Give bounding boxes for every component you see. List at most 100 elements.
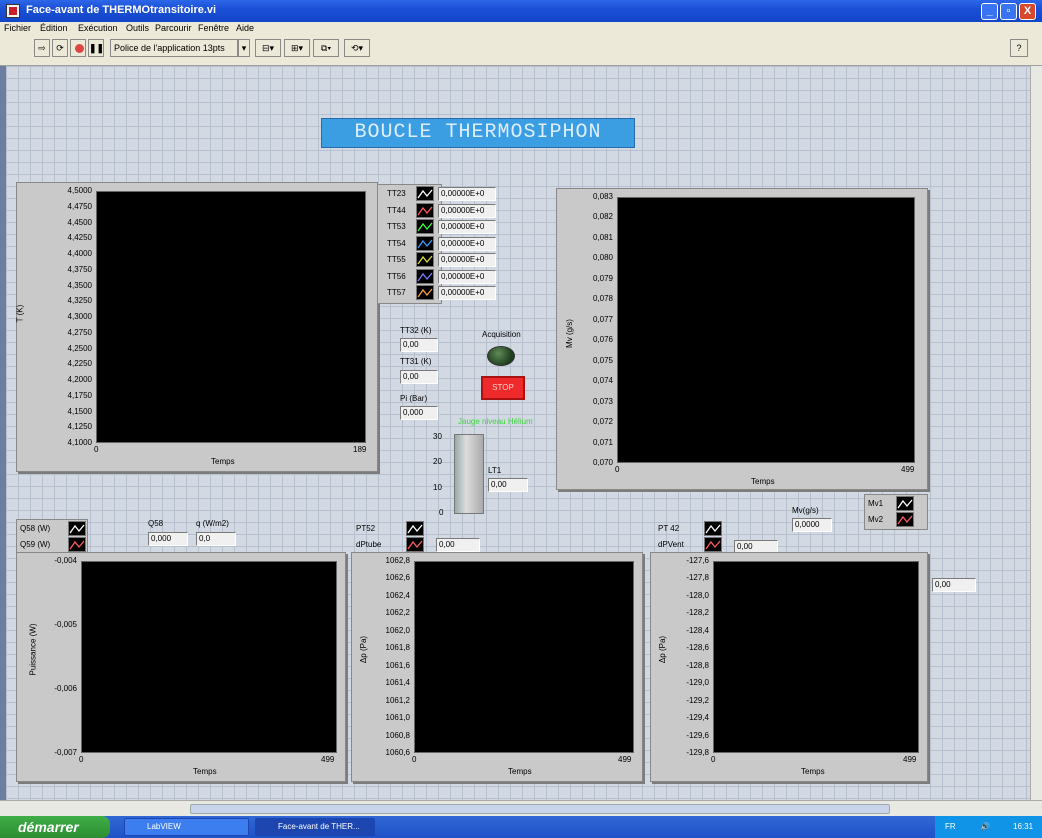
temperature-y-tick: 4,1500 xyxy=(67,406,92,416)
dp-vent-y-tick: -127,8 xyxy=(686,573,709,583)
dp-vent-y-tick: -128,6 xyxy=(686,643,709,653)
temperature-legend-label: TT23 xyxy=(387,189,406,198)
dp-tube-legend-label: dPtube xyxy=(356,540,382,549)
temperature-legend-swatch[interactable] xyxy=(416,219,434,234)
mv-indicator: 0,0000 xyxy=(792,518,832,532)
toolbar: ⇨ ⟳ ❚❚ Police de l'application 13pts ▾ ⊟… xyxy=(0,36,1042,66)
maximize-button[interactable]: ▫ xyxy=(1000,3,1017,20)
distribute-objects-icon[interactable]: ⊞▾ xyxy=(284,39,310,57)
menu-fenetre[interactable]: Fenêtre xyxy=(198,23,229,33)
menu-outils[interactable]: Outils xyxy=(126,23,149,33)
mass-flow-y-tick: 0,082 xyxy=(592,212,613,222)
temperature-legend-swatch[interactable] xyxy=(416,268,434,284)
dp-vent-y-tick: -129,6 xyxy=(686,730,709,740)
tt31-label: TT31 (K) xyxy=(400,357,432,366)
mass-flow-y-tick: 0,080 xyxy=(592,253,613,263)
temperature-y-tick: 4,3500 xyxy=(67,280,92,290)
power-legend-label: Q58 (W) xyxy=(20,524,51,533)
temperature-y-tick: 4,2000 xyxy=(67,375,92,384)
temperature-y-tick: 4,4750 xyxy=(67,201,92,211)
abort-icon[interactable] xyxy=(70,39,86,57)
dp-tube-y-tick: 1062,0 xyxy=(385,625,410,635)
power-graph[interactable]: -0,004 -0,005 -0,006 -0,007 Puissance (W) 0… xyxy=(16,552,346,782)
temperature-y-tick: 4,1250 xyxy=(67,422,92,432)
mass-flow-y-label: Mv (g/s) xyxy=(564,319,574,348)
task-labview[interactable]: LabVIEW xyxy=(124,818,249,836)
dp-tube-graph[interactable]: 1062,8 1062,6 1062,4 1062,2 1062,0 1061,8 1061… xyxy=(351,552,643,782)
temperature-value: 0,00000E+0 xyxy=(438,253,496,267)
temperature-legend-label: TT54 xyxy=(387,238,406,248)
dp-vent-legend-label: PT 42 xyxy=(658,524,680,533)
dp-vent-legend-swatch[interactable] xyxy=(704,537,722,552)
tank-tick-0: 0 xyxy=(439,508,444,517)
menu-aide[interactable]: Aide xyxy=(236,23,254,33)
menu-parcourir[interactable]: Parcourir xyxy=(155,23,192,33)
dp-tube-legend-swatch[interactable] xyxy=(406,537,424,552)
task-front-panel[interactable]: Face-avant de THER... xyxy=(255,818,375,836)
close-button[interactable]: X xyxy=(1019,3,1036,20)
temperature-y-tick: 4,1750 xyxy=(67,390,92,400)
temperature-graph[interactable]: 4,5000 4,4750 4,4500 4,4250 4,4000 4,3750 4,35… xyxy=(15,182,378,472)
minimize-button[interactable]: _ xyxy=(981,3,998,20)
temperature-y-tick: 4,2250 xyxy=(67,359,92,369)
menu-edition[interactable]: Édition xyxy=(40,23,68,33)
temperature-plot-area[interactable] xyxy=(96,191,366,443)
font-select[interactable]: Police de l'application 13pts xyxy=(110,39,238,57)
help-icon[interactable]: ? xyxy=(1010,39,1028,57)
power-legend-swatch[interactable] xyxy=(68,537,86,552)
dp-tube-legend-swatch[interactable] xyxy=(406,521,424,536)
temperature-value: 0,00000E+0 xyxy=(438,286,496,300)
horizontal-scrollbar[interactable] xyxy=(0,800,1042,816)
temperature-legend-swatch[interactable] xyxy=(416,285,434,300)
temperature-legend-swatch[interactable] xyxy=(416,186,434,201)
dp-vent-y-tick: -128,8 xyxy=(686,660,709,670)
run-arrow-icon[interactable]: ⇨ xyxy=(34,39,50,57)
mass-flow-y-tick: 0,083 xyxy=(592,192,613,201)
vertical-scrollbar[interactable] xyxy=(1030,66,1042,800)
dp-vent-y-label: Δp (Pa) xyxy=(658,635,668,664)
pause-icon[interactable]: ❚❚ xyxy=(88,39,104,57)
language-indicator[interactable]: FR xyxy=(945,816,956,838)
dp-vent-y-tick: -129,2 xyxy=(686,695,709,705)
mass-flow-plot-area[interactable] xyxy=(617,197,915,463)
menu-fichier[interactable]: Fichier xyxy=(4,23,31,33)
temperature-legend-swatch[interactable] xyxy=(416,202,434,218)
lt1-indicator: 0,00 xyxy=(488,478,528,492)
dp-tube-legend-label: PT52 xyxy=(356,524,376,533)
temperature-y-tick: 4,4500 xyxy=(67,217,92,227)
dp-tube-y-tick: 1061,4 xyxy=(385,678,410,688)
run-continuously-icon[interactable]: ⟳ xyxy=(52,39,68,57)
mass-flow-legend-swatch[interactable] xyxy=(896,496,914,511)
scroll-thumb[interactable] xyxy=(190,804,890,814)
power-x-tick-max: 499 xyxy=(321,755,335,764)
reorder-icon[interactable]: ⟲▾ xyxy=(344,39,370,57)
mass-flow-y-tick: 0,072 xyxy=(592,417,613,427)
banner-title: BOUCLE THERMOSIPHON xyxy=(321,118,635,148)
dp-vent-legend-swatch[interactable] xyxy=(704,521,722,536)
font-dropdown-icon[interactable]: ▾ xyxy=(238,39,250,57)
dp-vent-legend-label: dPVent xyxy=(658,540,684,549)
resize-objects-icon[interactable]: ⧉▾ xyxy=(313,39,339,57)
mass-flow-graph[interactable]: 0,083 0,082 0,081 0,080 0,079 0,078 0,077 0,076… xyxy=(556,188,928,490)
temperature-legend-swatch[interactable] xyxy=(416,252,434,267)
dp-tube-plot-area[interactable] xyxy=(414,561,634,753)
dp-vent-x-tick-min: 0 xyxy=(711,755,716,764)
dp-vent-y-tick: -127,6 xyxy=(686,556,709,565)
dp-vent-side-indicator: 0,00 xyxy=(932,578,976,592)
temperature-legend-swatch[interactable] xyxy=(416,235,434,251)
power-legend-swatch[interactable] xyxy=(68,521,86,536)
dp-vent-graph[interactable]: -127,6 -127,8 -128,0 -128,2 -128,4 -128,6 -128… xyxy=(650,552,928,782)
align-objects-icon[interactable]: ⊟▾ xyxy=(255,39,281,57)
tank-caption: Jauge niveau Hélium xyxy=(458,417,533,426)
mass-flow-legend-swatch[interactable] xyxy=(896,512,914,527)
front-panel: BOUCLE THERMOSIPHON 4,5000 4,4750 4,4500 4,… xyxy=(6,66,1030,800)
acquisition-label: Acquisition xyxy=(482,330,521,339)
menu-execution[interactable]: Exécution xyxy=(78,23,118,33)
tray-icons[interactable]: 🔊 xyxy=(980,816,990,838)
system-tray: FR 🔊 16:31 xyxy=(935,816,1042,838)
start-button[interactable]: démarrer xyxy=(0,816,110,838)
dp-vent-y-tick: -129,0 xyxy=(686,678,709,688)
dp-vent-plot-area[interactable] xyxy=(713,561,919,753)
power-plot-area[interactable] xyxy=(81,561,337,753)
stop-button[interactable]: STOP xyxy=(481,376,525,400)
